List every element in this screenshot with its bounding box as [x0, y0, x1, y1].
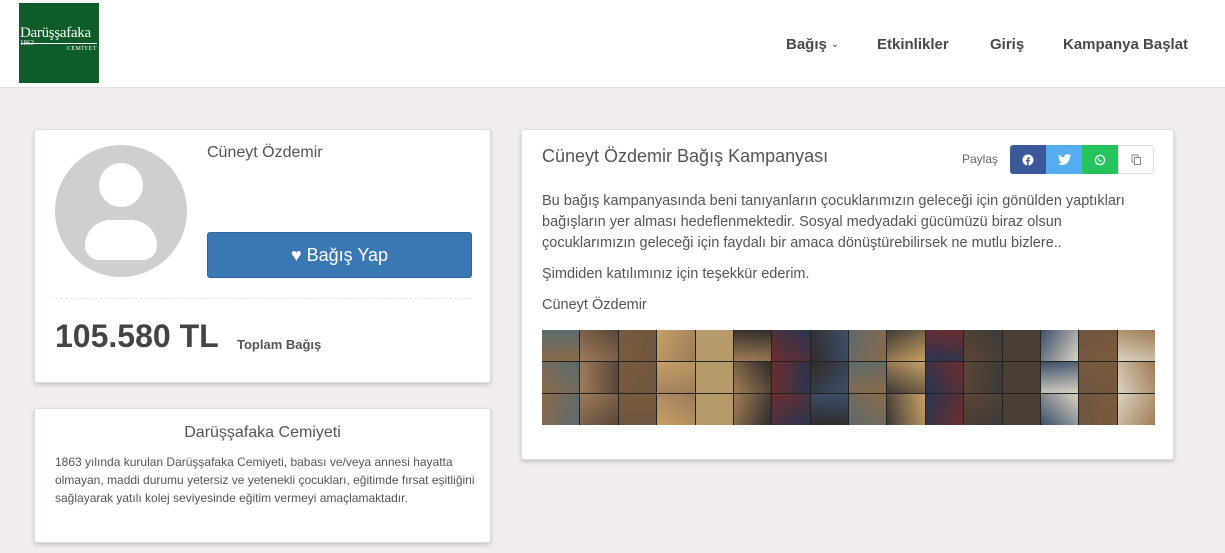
collage-photo [772, 330, 810, 361]
facebook-icon [1022, 154, 1034, 165]
campaign-description: Bu bağış kampanyasında beni tanıyanların… [542, 191, 1157, 326]
organization-title: Darüşşafaka Cemiyeti [184, 424, 341, 441]
avatar-body-shape [85, 220, 157, 260]
collage-photo [772, 362, 810, 393]
nav-label-giris: Giriş [990, 35, 1025, 53]
collage-photo [733, 394, 772, 425]
total-donation-label: Toplam Bağış [237, 337, 322, 352]
collage-photo [618, 394, 657, 425]
collage-photo [887, 330, 925, 361]
collage-photo [733, 362, 772, 393]
collage-photo [618, 362, 657, 393]
collage-photo [964, 394, 1002, 425]
twitter-icon [1057, 154, 1071, 165]
collage-photo [695, 394, 733, 425]
collage-photo [810, 330, 848, 361]
nav-label-etkinlikler: Etkinlikler [877, 35, 949, 53]
campaign-signature: Cüneyt Özdemir [542, 297, 647, 313]
nav-label-bagis: Bağış [786, 35, 827, 53]
profile-card: Cüneyt Özdemir ♥ Bağış Yap 105.580 TL To… [34, 129, 491, 383]
collage-photo [1040, 330, 1079, 361]
collage-photo [849, 362, 887, 393]
avatar-head-shape [99, 163, 143, 207]
campaign-paragraph: Şimdiden katılımınız için teşekkür ederi… [542, 266, 810, 282]
creator-name: Cüneyt Özdemir [207, 144, 323, 161]
collage-photo [542, 330, 580, 361]
total-donation-amount: 105.580 TL [55, 318, 219, 354]
organization-card: Darüşşafaka Cemiyeti 1863 yılında kurula… [34, 408, 491, 543]
collage-photo [733, 330, 772, 361]
nav-item-etkinlikler[interactable]: Etkinlikler [877, 0, 949, 88]
collage-photo [1002, 394, 1040, 425]
collage-photo [618, 330, 657, 361]
collage-photo [1117, 394, 1155, 425]
collage-photo [1040, 394, 1079, 425]
logo-subtitle: CEMİYET [66, 46, 97, 52]
collage-photo [810, 362, 848, 393]
collage-photo [542, 394, 580, 425]
collage-photo [887, 394, 925, 425]
avatar [55, 145, 187, 277]
donate-button-label: Bağış Yap [306, 244, 389, 265]
collage-photo [1079, 362, 1117, 393]
collage-photo [580, 362, 618, 393]
collage-photo [1002, 330, 1040, 361]
collage-photo [849, 330, 887, 361]
collage-photo [695, 330, 733, 361]
logo-year: 1863 [20, 39, 34, 47]
share-whatsapp-button[interactable] [1082, 145, 1118, 174]
collage-photo [925, 330, 964, 361]
campaign-card: Cüneyt Özdemir Bağış Kampanyası Paylaş B… [521, 129, 1174, 460]
darussafaka-logo[interactable]: Darüşşafaka 1863 CEMİYET [19, 3, 99, 83]
collage-photo [810, 394, 848, 425]
copy-link-button[interactable] [1118, 145, 1154, 174]
photo-collage [542, 330, 1155, 425]
collage-photo [1002, 362, 1040, 393]
campaign-title: Cüneyt Özdemir Bağış Kampanyası [542, 146, 829, 166]
collage-photo [1079, 394, 1117, 425]
collage-photo [887, 362, 925, 393]
share-twitter-button[interactable] [1046, 145, 1082, 174]
collage-photo [964, 362, 1002, 393]
organization-description: 1863 yılında kurulan Darüşşafaka Cemiyet… [55, 455, 475, 505]
collage-photo [657, 330, 695, 361]
collage-photo [580, 394, 618, 425]
nav-item-kampanya-baslat[interactable]: Kampanya Başlat [1063, 0, 1188, 88]
collage-photo [695, 362, 733, 393]
collage-photo [849, 394, 887, 425]
campaign-paragraph: Bu bağış kampanyasında beni tanıyanların… [542, 193, 1125, 251]
whatsapp-icon [1094, 154, 1106, 165]
collage-photo [964, 330, 1002, 361]
nav-item-giris[interactable]: Giriş [990, 0, 1024, 88]
donate-button[interactable]: ♥ Bağış Yap [207, 232, 472, 278]
share-label: Paylaş [962, 152, 999, 166]
collage-photo [772, 394, 810, 425]
collage-photo [925, 362, 964, 393]
collage-photo [925, 394, 964, 425]
heart-icon: ♥ [290, 244, 302, 265]
copy-icon [1131, 154, 1141, 165]
collage-photo [1040, 362, 1079, 393]
collage-photo [657, 362, 695, 393]
nav-item-bagis[interactable]: Bağış ⌄ [786, 0, 839, 88]
share-facebook-button[interactable] [1010, 145, 1046, 174]
collage-photo [657, 394, 695, 425]
site-header: Darüşşafaka 1863 CEMİYET Bağış ⌄ Etkinli… [0, 0, 1225, 88]
collage-photo [542, 362, 580, 393]
collage-photo [1117, 330, 1155, 361]
share-buttons [1010, 145, 1154, 174]
divider [55, 298, 472, 299]
chevron-down-icon: ⌄ [830, 38, 840, 50]
collage-photo [1079, 330, 1117, 361]
collage-photo [1117, 362, 1155, 393]
collage-photo [580, 330, 618, 361]
nav-label-kampanya-baslat: Kampanya Başlat [1063, 35, 1189, 53]
